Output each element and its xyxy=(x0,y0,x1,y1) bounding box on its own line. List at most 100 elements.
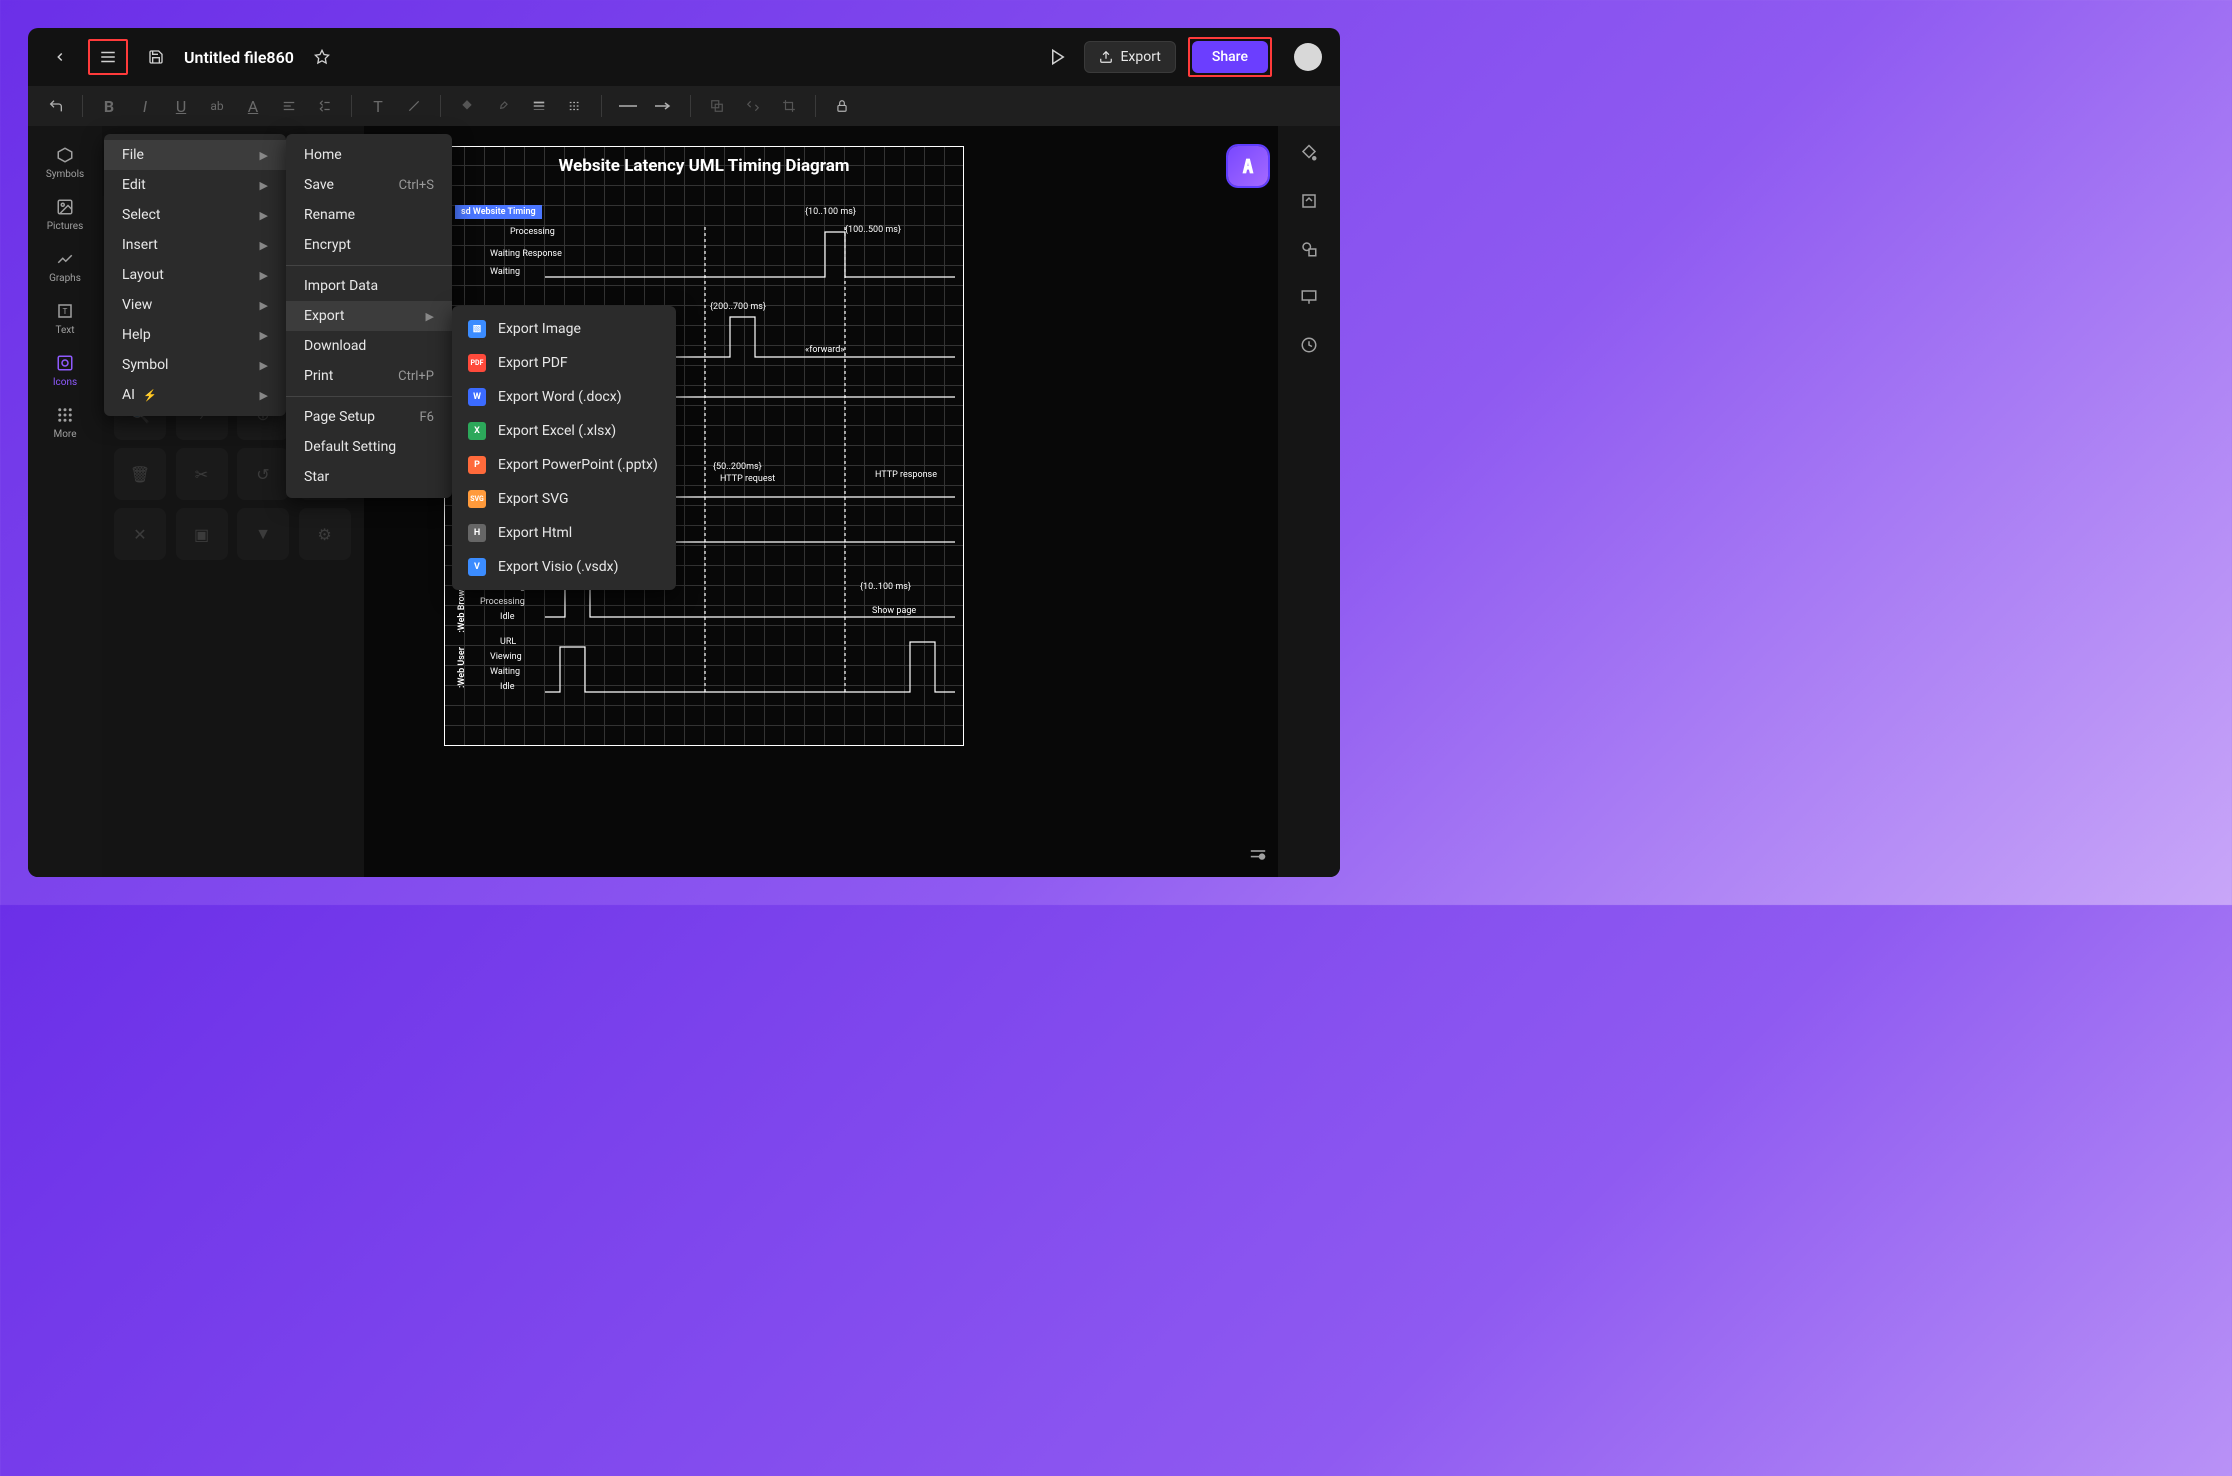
file-print[interactable]: PrintCtrl+P xyxy=(286,361,452,391)
menu-view[interactable]: View▶ xyxy=(104,290,286,320)
app-window: Untitled file860 Export Share B I U xyxy=(28,28,1340,877)
icon-cell[interactable]: ⚙ xyxy=(299,508,351,560)
text-color-button[interactable]: A xyxy=(239,92,267,120)
state-label: Waiting Response xyxy=(490,249,562,259)
top-bar: Untitled file860 Export Share xyxy=(28,28,1340,86)
export-image[interactable]: ▧Export Image xyxy=(452,312,676,346)
line-tool-button[interactable] xyxy=(400,92,428,120)
lowercase-button[interactable]: ab xyxy=(203,92,231,120)
menu-file[interactable]: File▶ xyxy=(104,140,286,170)
highlighter-button[interactable] xyxy=(489,92,517,120)
hamburger-highlight xyxy=(88,39,128,75)
settings-toggle-icon[interactable] xyxy=(1248,847,1268,863)
menu-select[interactable]: Select▶ xyxy=(104,200,286,230)
svg-text:T: T xyxy=(63,307,68,317)
file-save[interactable]: SaveCtrl+S xyxy=(286,170,452,200)
export-powerpoint[interactable]: PExport PowerPoint (.pptx) xyxy=(452,448,676,482)
export-label: Export xyxy=(1120,49,1160,65)
left-sidebar: Symbols Pictures Graphs T Text Icons Mor… xyxy=(28,126,102,877)
state-label: URL xyxy=(500,637,516,647)
file-import-data[interactable]: Import Data xyxy=(286,271,452,301)
powerpoint-icon: P xyxy=(468,456,486,474)
line-spacing-button[interactable] xyxy=(311,92,339,120)
state-label: Processing xyxy=(480,597,525,607)
italic-button[interactable]: I xyxy=(131,92,159,120)
main-menu: File▶ Edit▶ Select▶ Insert▶ Layout▶ View… xyxy=(104,134,286,416)
line-none-button[interactable] xyxy=(614,92,642,120)
file-submenu: Home SaveCtrl+S Rename Encrypt Import Da… xyxy=(286,134,452,498)
menu-layout[interactable]: Layout▶ xyxy=(104,260,286,290)
arrow-right-button[interactable] xyxy=(650,92,678,120)
file-star[interactable]: Star xyxy=(286,462,452,492)
line-style-button[interactable] xyxy=(561,92,589,120)
export-svg[interactable]: SVGExport SVG xyxy=(452,482,676,516)
menu-help[interactable]: Help▶ xyxy=(104,320,286,350)
sidebar-graphs[interactable]: Graphs xyxy=(35,242,95,290)
history-icon[interactable] xyxy=(1294,330,1324,360)
sidebar-symbols[interactable]: Symbols xyxy=(35,138,95,186)
export-excel[interactable]: XExport Excel (.xlsx) xyxy=(452,414,676,448)
state-label: Waiting xyxy=(490,267,520,277)
icon-cell[interactable]: 🗑 xyxy=(114,448,166,500)
ai-badge[interactable] xyxy=(1228,146,1268,186)
sidebar-pictures[interactable]: Pictures xyxy=(35,190,95,238)
export-word[interactable]: WExport Word (.docx) xyxy=(452,380,676,414)
svg-icon: SVG xyxy=(468,490,486,508)
user-avatar[interactable] xyxy=(1294,43,1322,71)
export-submenu: ▧Export Image PDFExport PDF WExport Word… xyxy=(452,306,676,590)
timing-annotation: {10..100 ms} xyxy=(805,207,856,217)
fill-tool-icon[interactable] xyxy=(1294,138,1324,168)
icon-cell[interactable]: ✕ xyxy=(114,508,166,560)
crop-button[interactable] xyxy=(775,92,803,120)
menu-ai[interactable]: AI⚡▶ xyxy=(104,380,286,410)
share-button[interactable]: Share xyxy=(1192,41,1268,73)
menu-edit[interactable]: Edit▶ xyxy=(104,170,286,200)
lock-button[interactable] xyxy=(828,92,856,120)
menu-symbol[interactable]: Symbol▶ xyxy=(104,350,286,380)
icon-cell[interactable]: ✂ xyxy=(176,448,228,500)
timing-annotation: {10..100 ms} xyxy=(860,582,911,592)
share-highlight: Share xyxy=(1188,37,1272,77)
timing-annotation: HTTP request xyxy=(720,475,775,485)
state-label: Waiting xyxy=(490,667,520,677)
state-label: Viewing xyxy=(490,652,522,662)
state-label: Idle xyxy=(500,682,514,692)
fill-button[interactable] xyxy=(453,92,481,120)
underline-button[interactable]: U xyxy=(167,92,195,120)
align-button[interactable] xyxy=(275,92,303,120)
swap-icon[interactable] xyxy=(1294,186,1324,216)
export-html[interactable]: HExport Html xyxy=(452,516,676,550)
line-weight-button[interactable] xyxy=(525,92,553,120)
text-tool-button[interactable]: T xyxy=(364,92,392,120)
icon-cell[interactable]: ▣ xyxy=(176,508,228,560)
bold-button[interactable]: B xyxy=(95,92,123,120)
file-default-setting[interactable]: Default Setting xyxy=(286,432,452,462)
undo-button[interactable] xyxy=(42,92,70,120)
file-encrypt[interactable]: Encrypt xyxy=(286,230,452,260)
flip-button[interactable] xyxy=(739,92,767,120)
layer-button[interactable] xyxy=(703,92,731,120)
document-title[interactable]: Untitled file860 xyxy=(184,48,294,67)
export-pdf[interactable]: PDFExport PDF xyxy=(452,346,676,380)
export-button[interactable]: Export xyxy=(1084,41,1175,73)
menu-insert[interactable]: Insert▶ xyxy=(104,230,286,260)
icon-cell[interactable]: ▼ xyxy=(237,508,289,560)
star-icon[interactable] xyxy=(308,43,336,71)
hamburger-menu-button[interactable] xyxy=(94,43,122,71)
sidebar-more[interactable]: More xyxy=(35,398,95,446)
file-export[interactable]: Export▶ xyxy=(286,301,452,331)
state-label: Processing xyxy=(510,227,555,237)
shapes-icon[interactable] xyxy=(1294,234,1324,264)
sidebar-text[interactable]: T Text xyxy=(35,294,95,342)
file-home[interactable]: Home xyxy=(286,140,452,170)
play-button[interactable] xyxy=(1044,43,1072,71)
present-icon[interactable] xyxy=(1294,282,1324,312)
file-page-setup[interactable]: Page SetupF6 xyxy=(286,402,452,432)
file-download[interactable]: Download xyxy=(286,331,452,361)
export-visio[interactable]: VExport Visio (.vsdx) xyxy=(452,550,676,584)
sidebar-icons[interactable]: Icons xyxy=(35,346,95,394)
file-rename[interactable]: Rename xyxy=(286,200,452,230)
back-button[interactable] xyxy=(46,43,74,71)
icon-cell[interactable]: ↺ xyxy=(237,448,289,500)
save-icon[interactable] xyxy=(142,43,170,71)
